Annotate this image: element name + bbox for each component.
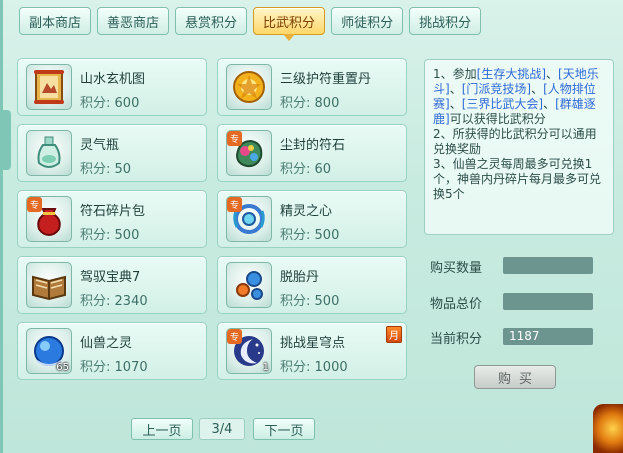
prev-page-button[interactable]: 上一页 [131, 418, 193, 440]
rules-description: 1、参加[生存大挑战]、[天地乐斗]、[门派竞技场]、[人物排位赛]、[三界比武… [424, 59, 614, 235]
shop-item[interactable]: 专 符石碎片包 积分: 500 [17, 190, 207, 248]
shop-item[interactable]: 专 精灵之心 积分: 500 [217, 190, 407, 248]
current-points-label: 当前积分 [430, 332, 483, 347]
rule-line-1: 1、参加[生存大挑战]、[天地乐斗]、[门派竞技场]、[人物排位赛]、[三界比武… [433, 67, 599, 126]
exclusive-badge: 专 [227, 329, 242, 344]
gold-pill-icon [226, 64, 272, 110]
item-name: 挑战星穹点 [280, 336, 346, 351]
book-icon [26, 262, 72, 308]
tab-arena-points[interactable]: 比武积分 [253, 7, 326, 41]
item-price: 积分: 500 [280, 228, 340, 243]
item-price: 积分: 1070 [80, 360, 148, 375]
quantity-label: 购买数量 [430, 261, 483, 276]
shop-panel: 副本商店 善恶商店 悬赏积分 比武积分 师徒积分 挑战积分 山水玄机图 积分: … [0, 0, 623, 453]
monthly-limit-badge: 月 [386, 326, 402, 343]
total-price-field [503, 293, 593, 310]
tab-mentor-points[interactable]: 师徒积分 [331, 7, 404, 35]
item-name: 脱胎丹 [280, 270, 320, 285]
item-count: 65 [56, 362, 69, 373]
exclusive-badge: 专 [227, 197, 242, 212]
tab-karma-shop[interactable]: 善恶商店 [97, 7, 170, 35]
item-name: 驾驭宝典7 [80, 270, 141, 285]
moon-icon: 专 1 [226, 328, 272, 374]
rule-line-2: 2、所获得的比武积分可以通用兑换奖励 [433, 127, 597, 156]
item-price: 积分: 1000 [280, 360, 348, 375]
tab-bar: 副本商店 善恶商店 悬赏积分 比武积分 师徒积分 挑战积分 [19, 7, 482, 41]
spirit-heart-icon: 专 [226, 196, 272, 242]
item-price: 积分: 800 [280, 96, 340, 111]
total-price-label: 物品总价 [430, 297, 483, 312]
tab-bounty-points[interactable]: 悬赏积分 [175, 7, 248, 35]
shop-item[interactable]: 山水玄机图 积分: 600 [17, 58, 207, 116]
side-decoration [3, 110, 11, 170]
shop-item[interactable]: 灵气瓶 积分: 50 [17, 124, 207, 182]
item-price: 积分: 500 [80, 228, 140, 243]
rule-line-3: 3、仙兽之灵每周最多可兑换1个，神兽内丹碎片每月最多可兑换5个 [433, 157, 602, 201]
item-price: 积分: 50 [80, 162, 132, 177]
tab-dungeon-shop[interactable]: 副本商店 [19, 7, 92, 35]
exclusive-badge: 专 [27, 197, 42, 212]
item-name: 尘封的符石 [280, 138, 346, 153]
current-points-field: 1187 [503, 328, 593, 345]
item-name: 精灵之心 [280, 204, 333, 219]
shop-item[interactable]: 65 仙兽之灵 积分: 1070 [17, 322, 207, 380]
item-price: 积分: 500 [280, 294, 340, 309]
item-name: 山水玄机图 [80, 72, 146, 87]
next-page-button[interactable]: 下一页 [253, 418, 315, 440]
shop-item[interactable]: 专 尘封的符石 积分: 60 [217, 124, 407, 182]
item-price: 积分: 600 [80, 96, 140, 111]
spirit-bottle-icon [26, 130, 72, 176]
corner-decoration [593, 404, 623, 453]
item-name: 符石碎片包 [80, 204, 146, 219]
red-bag-icon: 专 [26, 196, 72, 242]
item-grid: 山水玄机图 积分: 600 三级护符重置丹 积分: 800 灵气瓶 积分: 50… [17, 58, 411, 388]
item-name: 仙兽之灵 [80, 336, 133, 351]
item-name: 灵气瓶 [80, 138, 120, 153]
item-price: 积分: 60 [280, 162, 332, 177]
item-count: 1 [262, 362, 269, 373]
shop-item[interactable]: 驾驭宝典7 积分: 2340 [17, 256, 207, 314]
buy-button[interactable]: 购买 [474, 365, 556, 389]
exclusive-badge: 专 [227, 131, 242, 146]
item-name: 三级护符重置丹 [280, 72, 372, 87]
shop-item[interactable]: 脱胎丹 积分: 500 [217, 256, 407, 314]
item-price: 积分: 2340 [80, 294, 148, 309]
pills-icon [226, 262, 272, 308]
page-indicator: 3/4 [199, 418, 245, 440]
tab-challenge-points[interactable]: 挑战积分 [409, 7, 482, 35]
blue-orb-icon: 65 [26, 328, 72, 374]
shop-item[interactable]: 三级护符重置丹 积分: 800 [217, 58, 407, 116]
quantity-field[interactable] [503, 257, 593, 274]
rune-stone-icon: 专 [226, 130, 272, 176]
scroll-map-icon [26, 64, 72, 110]
shop-item[interactable]: 专 1 挑战星穹点 积分: 1000 月 [217, 322, 407, 380]
